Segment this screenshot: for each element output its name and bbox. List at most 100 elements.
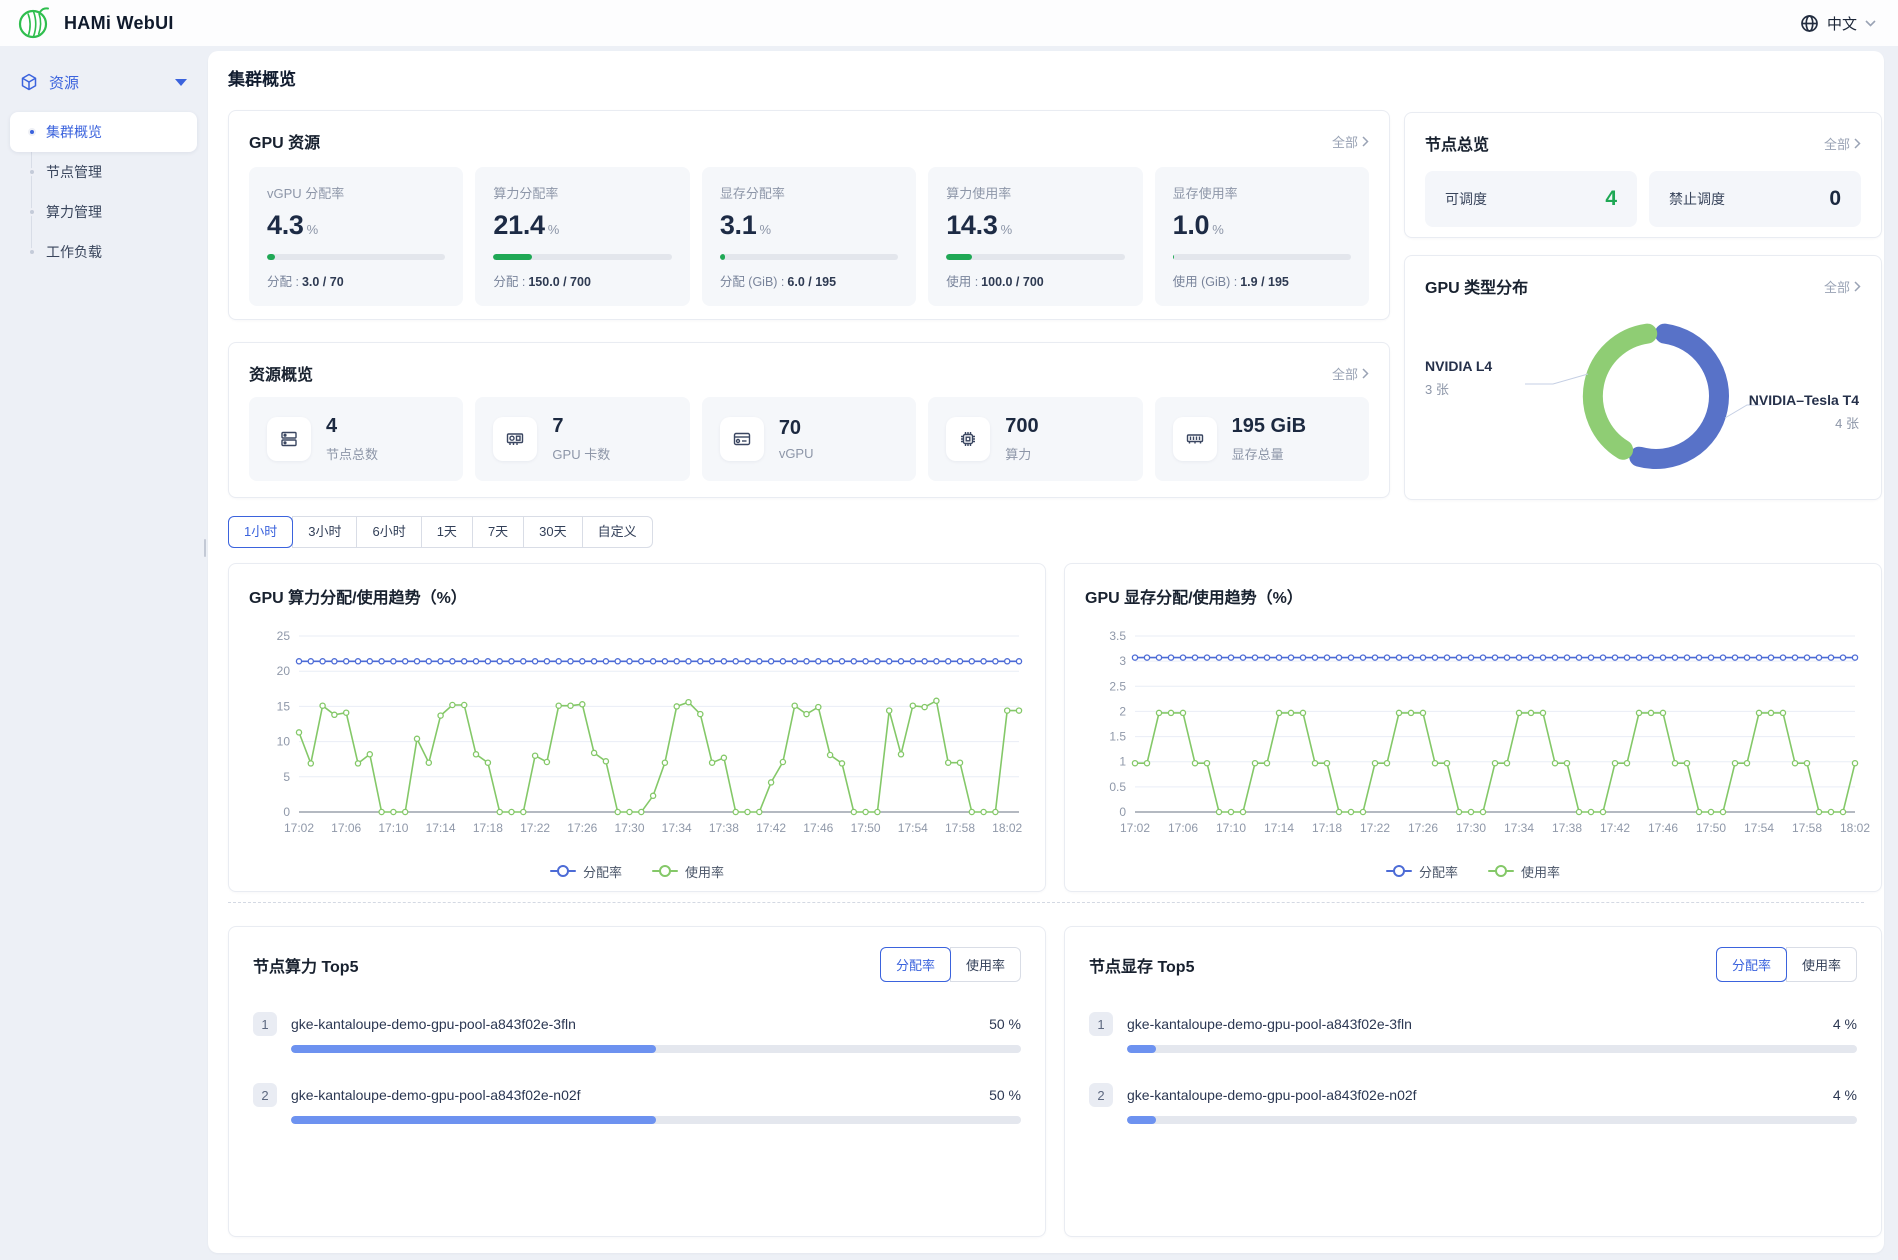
gpu-type-donut-chart[interactable]: NVIDIA L4 3 张 NVIDIA–Tesla T4 4 张 [1425, 304, 1861, 488]
view-all-link[interactable]: 全部 [1332, 132, 1369, 151]
legend-label: 使用率 [685, 862, 724, 881]
card-title: 节点显存 Top5 [1089, 953, 1194, 977]
cube-icon [20, 73, 38, 91]
stat-detail: 使用 (GiB) :1.9 / 195 [1173, 271, 1351, 290]
caret-down-icon [175, 79, 187, 86]
legend-item[interactable]: 分配率 [1386, 862, 1458, 881]
topbar: HAMi WebUI 中文 [0, 0, 1898, 46]
table-row: 1 gke-kantaloupe-demo-gpu-pool-a843f02e-… [1089, 1012, 1857, 1053]
sidebar-item-cluster-overview[interactable]: 集群概览 [10, 112, 197, 152]
svg-text:17:50: 17:50 [1696, 821, 1726, 835]
language-label: 中文 [1827, 13, 1857, 34]
legend-marker-icon [652, 865, 678, 877]
svg-text:0: 0 [1119, 805, 1126, 819]
tab-3h[interactable]: 3小时 [292, 516, 357, 548]
table-row: 2 gke-kantaloupe-demo-gpu-pool-a843f02e-… [1089, 1083, 1857, 1124]
node-bar [291, 1045, 1021, 1053]
svg-text:17:02: 17:02 [1120, 821, 1150, 835]
sidebar-item-workloads[interactable]: 工作负载 [10, 232, 197, 272]
toggle-alloc-button[interactable]: 分配率 [880, 947, 951, 982]
svg-text:17:22: 17:22 [1360, 821, 1390, 835]
svg-text:17:26: 17:26 [567, 821, 597, 835]
stat-detail: 分配 :150.0 / 700 [493, 271, 671, 290]
tile-label: vGPU [779, 446, 814, 461]
time-range-tabs: 1小时 3小时 6小时 1天 7天 30天 自定义 [228, 516, 653, 548]
node-value: 50 % [989, 1087, 1021, 1103]
tile-value: 70 [779, 417, 814, 440]
svg-text:17:54: 17:54 [898, 821, 928, 835]
top5-memory-card: 节点显存 Top5 分配率 使用率 1 gke-kantaloupe-demo-… [1064, 926, 1882, 1237]
legend-item[interactable]: 使用率 [1488, 862, 1560, 881]
view-all-link[interactable]: 全部 [1824, 277, 1861, 296]
schedulable-value: 4 [1605, 187, 1617, 211]
svg-text:17:34: 17:34 [1504, 821, 1534, 835]
tile-value: 700 [1005, 415, 1038, 438]
rank-badge: 1 [1089, 1012, 1113, 1036]
unschedulable-value: 0 [1829, 187, 1841, 211]
sidebar-group-label: 资源 [49, 72, 79, 93]
stat-value: 21.4 [493, 210, 544, 241]
toggle-alloc-button[interactable]: 分配率 [1716, 947, 1787, 982]
view-all-link[interactable]: 全部 [1824, 134, 1861, 153]
node-icon [267, 417, 311, 461]
memory-trend-chart[interactable]: 00.511.522.533.517:0217:0617:1017:1417:1… [1085, 624, 1861, 856]
svg-text:18:02: 18:02 [1840, 821, 1870, 835]
timeline-dot [28, 128, 36, 136]
hami-logo-icon [16, 5, 52, 41]
tab-1h[interactable]: 1小时 [228, 516, 293, 548]
brand: HAMi WebUI [16, 5, 174, 41]
toggle-usage-button[interactable]: 使用率 [950, 947, 1021, 982]
svg-text:17:58: 17:58 [1792, 821, 1822, 835]
rank-badge: 2 [1089, 1083, 1113, 1107]
node-value: 4 % [1833, 1087, 1857, 1103]
toggle-usage-button[interactable]: 使用率 [1786, 947, 1857, 982]
svg-text:17:34: 17:34 [662, 821, 692, 835]
svg-text:17:14: 17:14 [426, 821, 456, 835]
stat-memory-alloc: 显存分配率 3.1% 分配 (GiB) :6.0 / 195 [702, 167, 916, 306]
stat-vgpu-alloc: vGPU 分配率 4.3% 分配 :3.0 / 70 [249, 167, 463, 306]
svg-text:17:14: 17:14 [1264, 821, 1294, 835]
tile-value: 195 GiB [1232, 415, 1306, 438]
legend-item[interactable]: 使用率 [652, 862, 724, 881]
tab-custom[interactable]: 自定义 [582, 516, 653, 548]
tile-value: 7 [552, 415, 610, 438]
rank-badge: 2 [253, 1083, 277, 1107]
sidebar: 资源 集群概览 节点管理 算力管理 工作负载 [0, 46, 207, 1260]
tab-7d[interactable]: 7天 [472, 516, 524, 548]
svg-text:18:02: 18:02 [992, 821, 1022, 835]
svg-text:17:18: 17:18 [1312, 821, 1342, 835]
legend-marker-icon [1488, 865, 1514, 877]
legend-label: 使用率 [1521, 862, 1560, 881]
node-name: gke-kantaloupe-demo-gpu-pool-a843f02e-n0… [1127, 1087, 1417, 1103]
gpu-card-icon [493, 417, 537, 461]
language-selector[interactable]: 中文 [1800, 0, 1876, 46]
compute-chip-icon [946, 417, 990, 461]
progress-bar [493, 254, 671, 260]
sidebar-group-resources[interactable]: 资源 [10, 66, 197, 98]
main-panel: 集群概览 GPU 资源 全部 vGPU 分配率 4.3% 分配 :3.0 / 7… [208, 51, 1884, 1253]
tile-memory-total: 195 GiB 显存总量 [1155, 397, 1369, 481]
progress-bar [946, 254, 1124, 260]
vgpu-icon [720, 417, 764, 461]
stat-compute-usage: 算力使用率 14.3% 使用 :100.0 / 700 [928, 167, 1142, 306]
donut-label-right: NVIDIA–Tesla T4 4 张 [1749, 392, 1859, 432]
sidebar-resize-handle[interactable] [204, 539, 206, 557]
view-all-link[interactable]: 全部 [1332, 364, 1369, 383]
stat-label: 算力使用率 [946, 183, 1124, 202]
tile-label: 显存总量 [1232, 444, 1306, 463]
sidebar-item-label: 工作负载 [46, 242, 102, 262]
sidebar-item-node-management[interactable]: 节点管理 [10, 152, 197, 192]
tab-30d[interactable]: 30天 [523, 516, 582, 548]
sidebar-item-compute-management[interactable]: 算力管理 [10, 192, 197, 232]
tab-1d[interactable]: 1天 [421, 516, 473, 548]
legend-item[interactable]: 分配率 [550, 862, 622, 881]
node-name: gke-kantaloupe-demo-gpu-pool-a843f02e-3f… [291, 1016, 576, 1032]
tab-6h[interactable]: 6小时 [356, 516, 421, 548]
memory-trend-card: GPU 显存分配/使用趋势（%） 00.511.522.533.517:0217… [1064, 563, 1882, 892]
rank-badge: 1 [253, 1012, 277, 1036]
svg-text:15: 15 [277, 699, 291, 713]
stat-label: vGPU 分配率 [267, 183, 445, 202]
tile-value: 4 [326, 415, 378, 438]
compute-trend-chart[interactable]: 051015202517:0217:0617:1017:1417:1817:22… [249, 624, 1025, 856]
timeline-dot [28, 248, 36, 256]
